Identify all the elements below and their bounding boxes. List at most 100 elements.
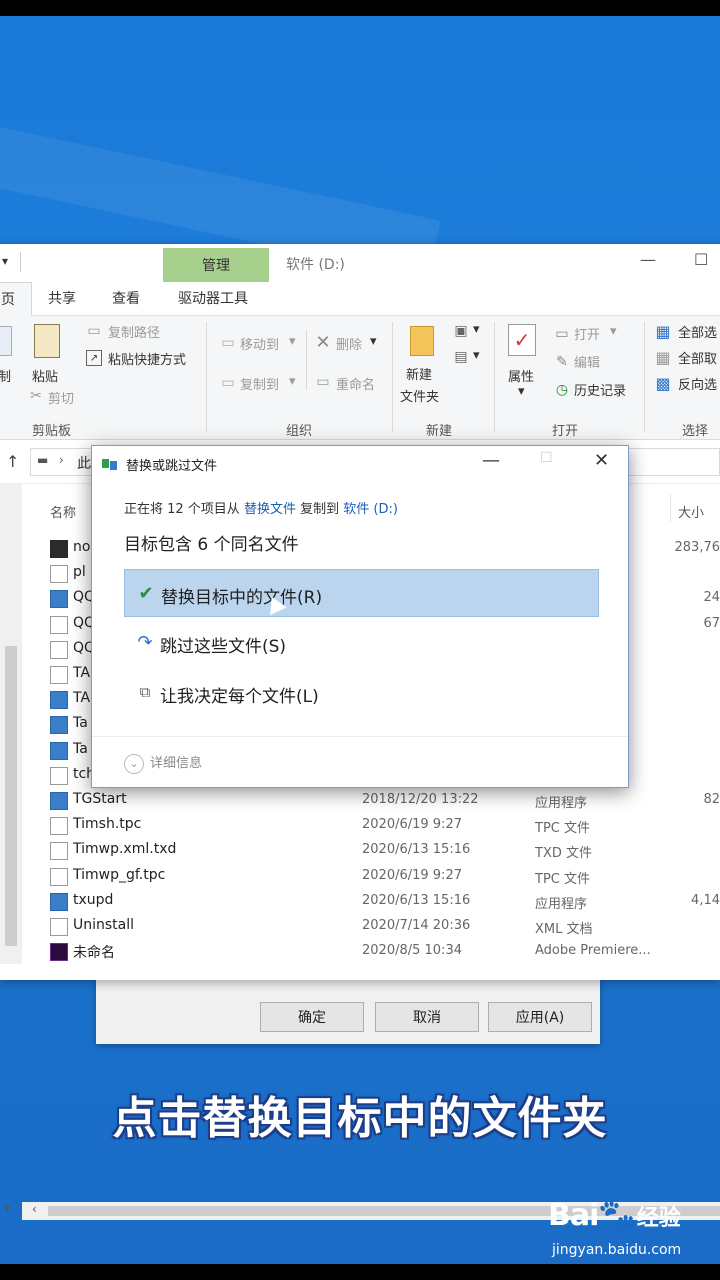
select-all-icon[interactable]: ▦	[654, 322, 672, 341]
file-type: TPC 文件	[535, 871, 590, 887]
new-folder-icon[interactable]	[410, 326, 434, 356]
scrollbar-thumb[interactable]	[5, 646, 17, 946]
file-row[interactable]: 未命名 2020/8/5 10:34 Adobe Premiere...	[44, 940, 720, 965]
decide-each-option[interactable]: ⧉ 让我决定每个文件(L)	[124, 669, 599, 717]
file-date: 2020/6/19 9:27	[362, 867, 462, 883]
select-all-button[interactable]: 全部选	[678, 322, 717, 341]
file-icon	[50, 716, 68, 735]
copy-to-icon[interactable]: ▭	[220, 375, 236, 391]
select-none-icon[interactable]: ▦	[654, 348, 672, 367]
invert-selection-icon[interactable]: ▩	[654, 374, 672, 393]
file-row[interactable]: Timwp.xml.txd 2020/6/13 15:16 TXD 文件	[44, 839, 720, 864]
minimize-icon[interactable]: —	[482, 450, 500, 471]
source-folder-link[interactable]: 替换文件	[244, 502, 296, 517]
new-item-dropdown-icon[interactable]: ▾	[473, 322, 480, 337]
copy-icon[interactable]	[0, 326, 12, 356]
open-icon[interactable]: ▭	[554, 326, 570, 342]
file-size: 67	[703, 615, 720, 631]
file-icon	[50, 565, 68, 584]
rename-icon[interactable]: ▭	[314, 374, 332, 390]
file-row[interactable]: Timsh.tpc 2020/6/19 9:27 TPC 文件	[44, 814, 720, 839]
up-arrow-icon[interactable]: ↑	[6, 452, 19, 471]
paste-shortcut-icon[interactable]: ↗	[86, 350, 102, 366]
file-row[interactable]: Uninstall 2020/7/14 20:36 XML 文档	[44, 915, 720, 940]
delete-button[interactable]: 删除	[336, 334, 362, 353]
column-header-size[interactable]: 大小	[678, 502, 704, 521]
copy-path-icon[interactable]: ▭	[86, 323, 102, 339]
history-icon[interactable]: ◷	[554, 382, 570, 398]
ok-button[interactable]: 确定	[260, 1002, 364, 1032]
history-button[interactable]: 历史记录	[574, 380, 626, 399]
cut-button[interactable]: 剪切	[48, 388, 74, 407]
tab-view[interactable]: 查看	[112, 288, 140, 308]
scissors-icon[interactable]: ✂	[28, 388, 44, 404]
vertical-scrollbar[interactable]	[0, 484, 22, 964]
properties-label: 属性	[508, 370, 535, 385]
file-type: TXD 文件	[535, 846, 592, 862]
file-row[interactable]: TGStart 2018/12/20 13:22 应用程序 82	[44, 789, 720, 814]
copy-to-button[interactable]: 复制到	[240, 374, 279, 393]
file-type: Adobe Premiere...	[535, 943, 651, 959]
move-to-button[interactable]: 移动到	[240, 334, 279, 353]
copy-to-dropdown-icon[interactable]: ▾	[289, 374, 296, 389]
breadcrumb-chevron-icon[interactable]: ›	[59, 453, 64, 467]
file-icon	[50, 590, 68, 609]
paste-shortcut-button[interactable]: 粘贴快捷方式	[108, 349, 186, 368]
edit-button[interactable]: 编辑	[574, 352, 600, 371]
replace-files-option[interactable]: ✔ 替换目标中的文件(R)	[124, 569, 599, 617]
file-icon	[50, 842, 68, 861]
file-icon	[50, 892, 68, 911]
rename-button[interactable]: 重命名	[336, 374, 375, 393]
paste-icon[interactable]	[34, 324, 60, 358]
minimize-icon[interactable]: —	[640, 250, 656, 269]
easy-access-icon[interactable]: ▤	[452, 348, 470, 366]
file-row[interactable]: txupd 2020/6/13 15:16 应用程序 4,14	[44, 890, 720, 915]
move-to-icon[interactable]: ▭	[220, 335, 236, 351]
invert-selection-button[interactable]: 反向选	[678, 374, 717, 393]
destination-folder-link[interactable]: 软件 (D:)	[343, 502, 398, 517]
scroll-left-icon[interactable]: ‹	[32, 1202, 37, 1216]
easy-access-dropdown-icon[interactable]: ▾	[473, 348, 480, 363]
move-to-dropdown-icon[interactable]: ▾	[289, 334, 296, 349]
open-button[interactable]: 打开	[574, 324, 600, 343]
apply-button[interactable]: 应用(A)	[488, 1002, 592, 1032]
edit-icon[interactable]: ✎	[554, 354, 570, 370]
delete-dropdown-icon[interactable]: ▾	[370, 334, 377, 349]
breadcrumb-this-pc[interactable]: 此	[77, 453, 91, 473]
file-date: 2020/8/5 10:34	[362, 943, 462, 959]
file-name: no	[73, 539, 91, 555]
delete-icon[interactable]: ✕	[314, 332, 332, 353]
file-icon	[50, 741, 68, 760]
file-row[interactable]: Timwp_gf.tpc 2020/6/19 9:27 TPC 文件	[44, 865, 720, 890]
open-dropdown-icon[interactable]: ▾	[610, 324, 617, 339]
tab-share[interactable]: 共享	[48, 288, 76, 308]
file-icon	[50, 792, 68, 810]
scroll-down-icon[interactable]: ▾	[5, 1202, 11, 1215]
baidu-jingyan-watermark: Bai🐾经验 jingyan.baidu.com	[548, 1198, 681, 1258]
properties-dropdown-icon[interactable]: ▾	[518, 384, 525, 399]
quick-access-dropdown-icon[interactable]: ▾	[2, 254, 8, 268]
file-name: 未命名	[73, 945, 115, 962]
close-icon[interactable]: ✕	[594, 450, 609, 471]
copy-files-icon	[102, 459, 117, 470]
group-separator	[206, 322, 207, 432]
properties-icon[interactable]: ✓	[508, 324, 536, 356]
group-separator	[494, 322, 495, 432]
new-item-icon[interactable]: ▣	[452, 322, 470, 340]
column-header-name[interactable]: 名称	[50, 502, 76, 521]
file-icon	[50, 817, 68, 836]
file-type: TPC 文件	[535, 821, 590, 837]
maximize-icon[interactable]: ☐	[694, 250, 708, 269]
copy-path-button[interactable]: 复制路径	[108, 322, 160, 341]
decide-each-label: 让我决定每个文件(L)	[160, 687, 319, 707]
file-type: XML 文档	[535, 922, 593, 937]
file-name: Uninstall	[73, 917, 135, 933]
group-label-organize: 组织	[286, 424, 313, 439]
more-details-toggle[interactable]: ⌄ 详细信息	[124, 752, 202, 774]
tab-home[interactable]: 页	[0, 282, 32, 316]
tab-drive-tools[interactable]: 驱动器工具	[178, 288, 248, 308]
tab-manage[interactable]: 管理	[163, 248, 269, 282]
skip-files-option[interactable]: ↷ 跳过这些文件(S)	[124, 619, 599, 667]
select-none-button[interactable]: 全部取	[678, 348, 717, 367]
cancel-button[interactable]: 取消	[375, 1002, 479, 1032]
